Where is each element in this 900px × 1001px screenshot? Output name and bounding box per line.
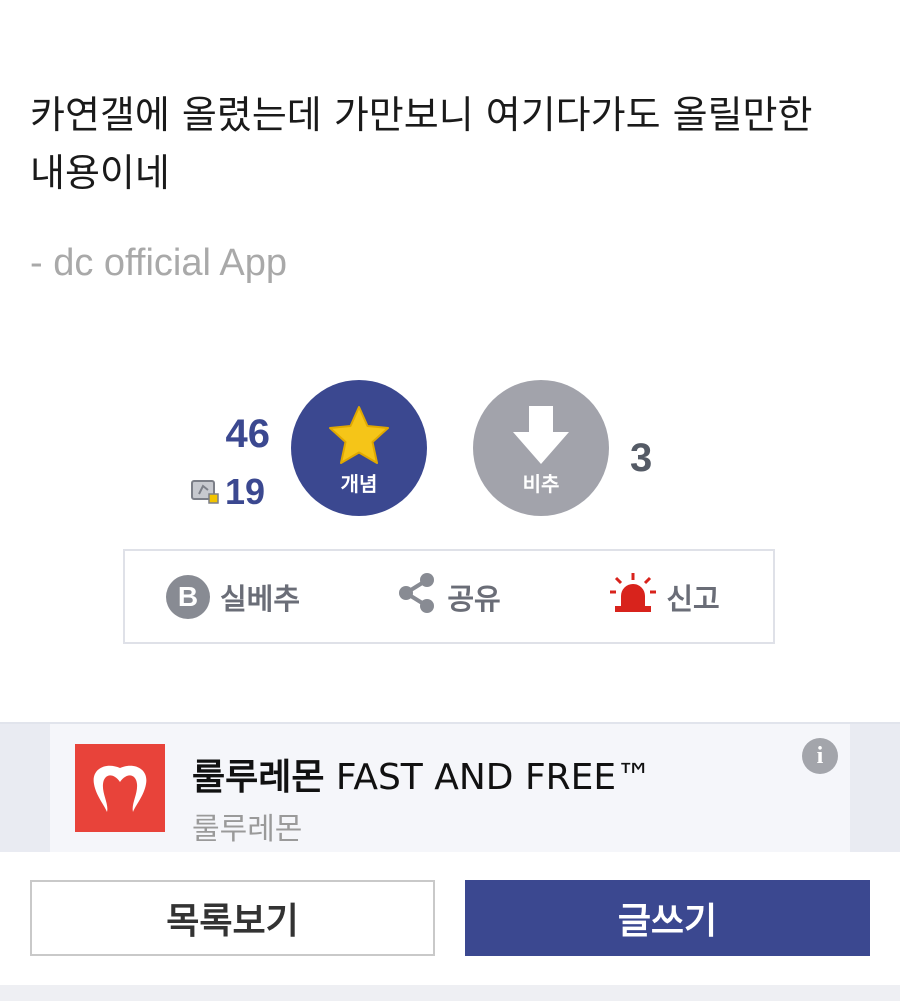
star-icon [329,406,389,464]
real-best-label: 실베추 [219,581,301,616]
recommend-area: 46 19 개념 비추 3 [0,380,900,520]
ad-banner: 룰루레몬 FAST AND FREE™ 룰루레몬 i [0,722,900,852]
share-icon [397,572,437,621]
ad-headline-text: FAST AND FREE™ [324,757,653,798]
info-icon[interactable]: i [802,738,838,774]
fixed-count-number: 19 [225,471,266,512]
upvote-button[interactable]: 개념 [291,380,427,516]
ad-headline[interactable]: 룰루레몬 FAST AND FREE™ [192,748,652,800]
report-button[interactable]: 신고 [557,572,773,621]
upvote-count: 46 [225,412,271,456]
bottom-divider [0,985,900,1001]
fixed-user-icon [191,479,219,505]
ad-brand-name: 룰루레몬 [192,757,325,798]
post-text-line-1: 카연갤에 올렸는데 가만보니 여기다가도 올릴만한 [30,93,813,137]
list-button[interactable]: 목록보기 [30,880,435,956]
siren-icon [610,572,657,621]
lululemon-logo-icon [75,744,165,832]
ad-card[interactable]: 룰루레몬 FAST AND FREE™ 룰루레몬 i [50,724,850,852]
write-button[interactable]: 글쓰기 [465,880,870,956]
share-label: 공유 [447,581,501,616]
downvote-button[interactable]: 비추 [473,380,609,516]
downvote-label: 비추 [522,472,560,496]
fixed-upvote-count: 19 [191,471,266,512]
action-bar: B 실베추 공유 신고 [123,549,775,644]
post-content: 카연갤에 올렸는데 가만보니 여기다가도 올릴만한 내용이네 [30,86,870,202]
real-best-icon: B [165,574,210,619]
share-button[interactable]: 공유 [341,572,557,621]
arrow-down-icon [513,406,569,464]
upvote-label: 개념 [340,472,378,496]
post-body: 카연갤에 올렸는데 가만보니 여기다가도 올릴만한 내용이네 - dc offi… [30,86,870,285]
ad-advertiser: 룰루레몬 [192,812,303,847]
real-best-button[interactable]: B 실베추 [125,574,341,619]
post-signature: - dc official App [30,242,288,284]
downvote-count: 3 [630,436,653,480]
post-text-line-2: 내용이네 [30,151,170,195]
report-label: 신고 [666,581,720,616]
